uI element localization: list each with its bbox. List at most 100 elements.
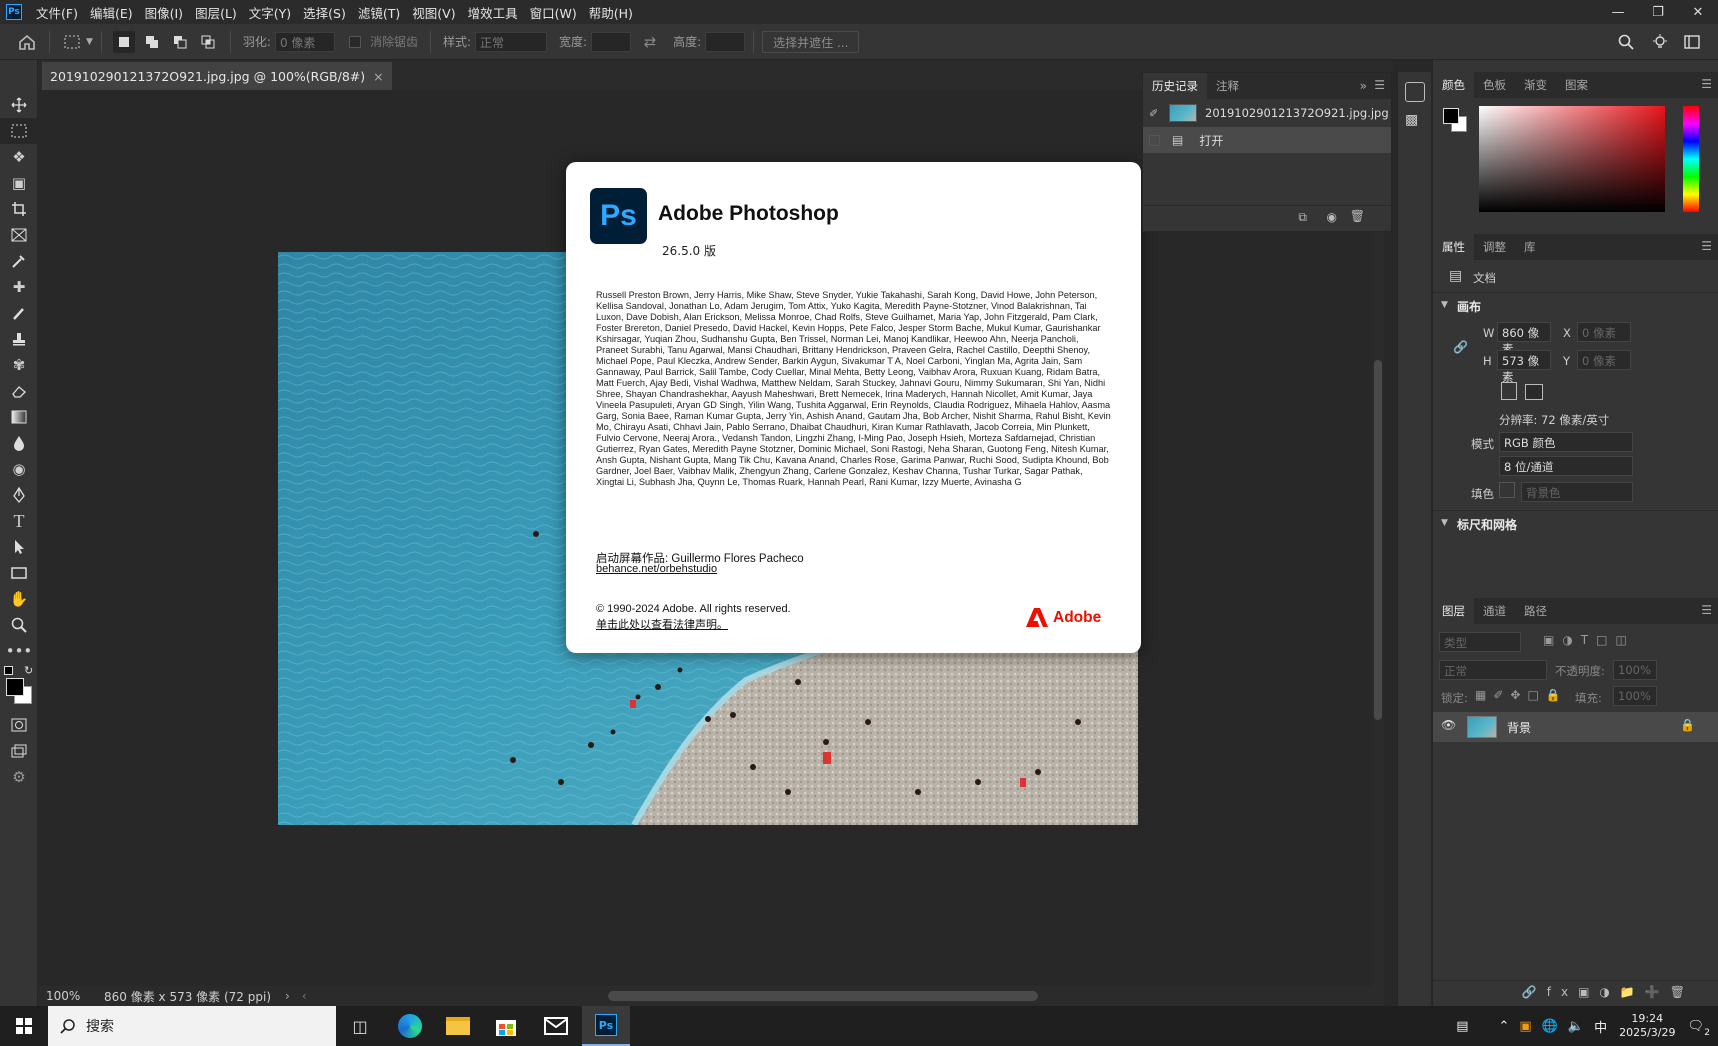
layer-row[interactable]: 👁 背景 🔒 [1433, 712, 1718, 742]
menu-window[interactable]: 窗口(W) [524, 3, 583, 22]
rectangle-tool-icon[interactable] [0, 560, 38, 586]
edit-toolbar-icon[interactable]: ⚙ [0, 764, 38, 790]
rulers-grids-section-header[interactable]: 标尺和网格 [1457, 516, 1517, 533]
file-explorer-icon[interactable] [434, 1006, 482, 1046]
color-mode-select[interactable]: RGB 颜色 [1499, 432, 1633, 452]
start-windows-icon[interactable] [0, 1006, 48, 1046]
document-tab[interactable]: 201910290121372O921.jpg.jpg @ 100%(RGB/8… [42, 62, 392, 90]
blend-mode-select[interactable]: 正常 [1439, 660, 1547, 680]
canvas-y-input[interactable]: 0 像素 [1577, 350, 1631, 370]
canvas-x-input[interactable]: 0 像素 [1577, 322, 1631, 342]
panel-menu-icon[interactable]: ☰ [1374, 78, 1385, 92]
pen-tool-icon[interactable] [0, 482, 38, 508]
menu-file[interactable]: 文件(F) [30, 3, 84, 22]
menu-plugins[interactable]: 增效工具 [462, 3, 524, 22]
menu-image[interactable]: 图像(I) [139, 3, 189, 22]
close-tab-icon[interactable]: × [373, 69, 383, 84]
opacity-input[interactable]: 100% [1613, 660, 1657, 680]
app-tray-icon[interactable]: ▣ [1519, 1019, 1531, 1034]
tab-adjustments[interactable]: 调整 [1474, 234, 1515, 260]
menu-edit[interactable]: 编辑(E) [84, 3, 139, 22]
tab-layers[interactable]: 图层 [1433, 598, 1474, 624]
notes-panel-icon[interactable]: ▩ [1405, 112, 1424, 128]
intersect-selection-icon[interactable] [197, 31, 219, 53]
subtract-selection-icon[interactable] [169, 31, 191, 53]
width-input[interactable] [591, 31, 632, 52]
chevron-right-icon[interactable]: › [285, 989, 290, 1003]
layer-kind-filter[interactable]: 类型 [1439, 632, 1521, 652]
zoom-level[interactable]: 100% [46, 989, 96, 1003]
tab-libraries[interactable]: 库 [1515, 234, 1545, 260]
tab-patterns[interactable]: 图案 [1556, 72, 1597, 98]
screen-mode-icon[interactable] [0, 738, 38, 764]
gradient-tool-icon[interactable] [0, 404, 38, 430]
foreground-color-swatch[interactable] [6, 678, 24, 696]
link-dimensions-icon[interactable]: 🔗 [1453, 340, 1468, 354]
hand-tool-icon[interactable]: ✋ [0, 586, 38, 612]
tab-gradients[interactable]: 渐变 [1515, 72, 1556, 98]
tray-overflow-chevron-icon[interactable]: ⌃ [1498, 1019, 1509, 1034]
task-view-icon[interactable]: ◫ [336, 1006, 384, 1046]
tab-properties[interactable]: 属性 [1433, 234, 1474, 260]
object-selection-tool-icon[interactable]: ▣ [0, 170, 38, 196]
legal-notices-link[interactable]: 单击此处以查看法律声明。 [596, 616, 728, 632]
delete-state-trash-icon[interactable]: 🗑 [1350, 209, 1365, 223]
document-info[interactable]: 860 像素 x 573 像素 (72 ppi) [104, 988, 271, 1005]
panel-menu-icon[interactable]: ☰ [1701, 239, 1712, 253]
horizontal-scroll-thumb[interactable] [608, 991, 1038, 1001]
type-tool-icon[interactable]: T [0, 508, 38, 534]
frame-tool-icon[interactable] [0, 222, 38, 248]
tab-swatches[interactable]: 色板 [1474, 72, 1515, 98]
antialias-checkbox[interactable] [348, 35, 361, 48]
quick-mask-icon[interactable] [0, 712, 38, 738]
crop-tool-icon[interactable] [0, 196, 38, 222]
workspace-layout-icon[interactable] [1681, 31, 1703, 53]
panel-menu-icon[interactable]: ☰ [1701, 603, 1712, 617]
eye-visibility-icon[interactable]: 👁 [1441, 718, 1456, 732]
chevron-down-icon[interactable]: ▼ [86, 37, 93, 47]
tab-history[interactable]: 历史记录 [1143, 73, 1207, 99]
about-photoshop-dialog[interactable]: Ps Adobe Photoshop 26.5.0 版 Russell Pres… [566, 162, 1141, 653]
tab-channels[interactable]: 通道 [1474, 598, 1515, 624]
mail-icon[interactable] [532, 1006, 580, 1046]
portrait-orientation-icon[interactable] [1501, 382, 1517, 400]
layer-filter-icons[interactable]: ▣◑T□◫ [1543, 633, 1635, 647]
fill-color-swatch[interactable] [1499, 482, 1515, 498]
scroll-thumb[interactable] [1374, 360, 1382, 720]
history-step-open[interactable]: ▤ 打开 [1143, 127, 1391, 153]
panel-menu-icon[interactable]: ☰ [1701, 77, 1712, 91]
menu-help[interactable]: 帮助(H) [583, 3, 639, 22]
default-colors-icon[interactable] [4, 666, 13, 675]
tab-color[interactable]: 颜色 [1433, 72, 1474, 98]
chevron-down-icon[interactable]: ▼ [1441, 300, 1448, 310]
zoom-tool-icon[interactable] [0, 612, 38, 638]
new-selection-icon[interactable] [112, 30, 135, 53]
menu-select[interactable]: 选择(S) [297, 3, 352, 22]
menu-filter[interactable]: 滤镜(T) [352, 3, 406, 22]
select-and-mask-button[interactable]: 选择并遮住 ... [762, 30, 860, 53]
eyedropper-tool-icon[interactable] [0, 248, 38, 274]
photoshop-taskbar-icon[interactable]: Ps [582, 1006, 630, 1046]
dodge-tool-icon[interactable]: ◉ [0, 456, 38, 482]
layer-footer-icons[interactable]: 🔗fx▣◑📁➕🗑 [1522, 985, 1695, 999]
landscape-orientation-icon[interactable] [1525, 384, 1543, 400]
history-brush-tool-icon[interactable]: ✾ [0, 352, 38, 378]
fill-opacity-input[interactable]: 100% [1613, 686, 1657, 706]
style-select[interactable]: 正常 [475, 31, 548, 52]
swap-colors-icon[interactable]: ↻ [24, 664, 33, 677]
home-icon[interactable] [16, 31, 38, 53]
bit-depth-select[interactable]: 8 位/通道 [1499, 456, 1633, 476]
tab-notes[interactable]: 注释 [1207, 73, 1248, 99]
rectangular-marquee-tool-icon[interactable] [0, 118, 38, 144]
notification-icon[interactable]: 🗨 2 [1687, 1019, 1710, 1038]
hue-slider[interactable] [1683, 106, 1699, 212]
lasso-tool-icon[interactable]: ❖ [0, 144, 38, 170]
new-snapshot-camera-icon[interactable]: ◉ [1327, 210, 1337, 224]
menu-layer[interactable]: 图层(L) [189, 3, 243, 22]
discover-lightbulb-icon[interactable] [1649, 31, 1671, 53]
microsoft-store-icon[interactable] [482, 1006, 530, 1046]
brush-tool-icon[interactable] [0, 300, 38, 326]
height-input[interactable] [705, 31, 746, 52]
canvas-width-input[interactable]: 860 像素 [1497, 322, 1551, 356]
history-snapshot-row[interactable]: ✐ 201910290121372O921.jpg.jpg [1143, 99, 1391, 127]
